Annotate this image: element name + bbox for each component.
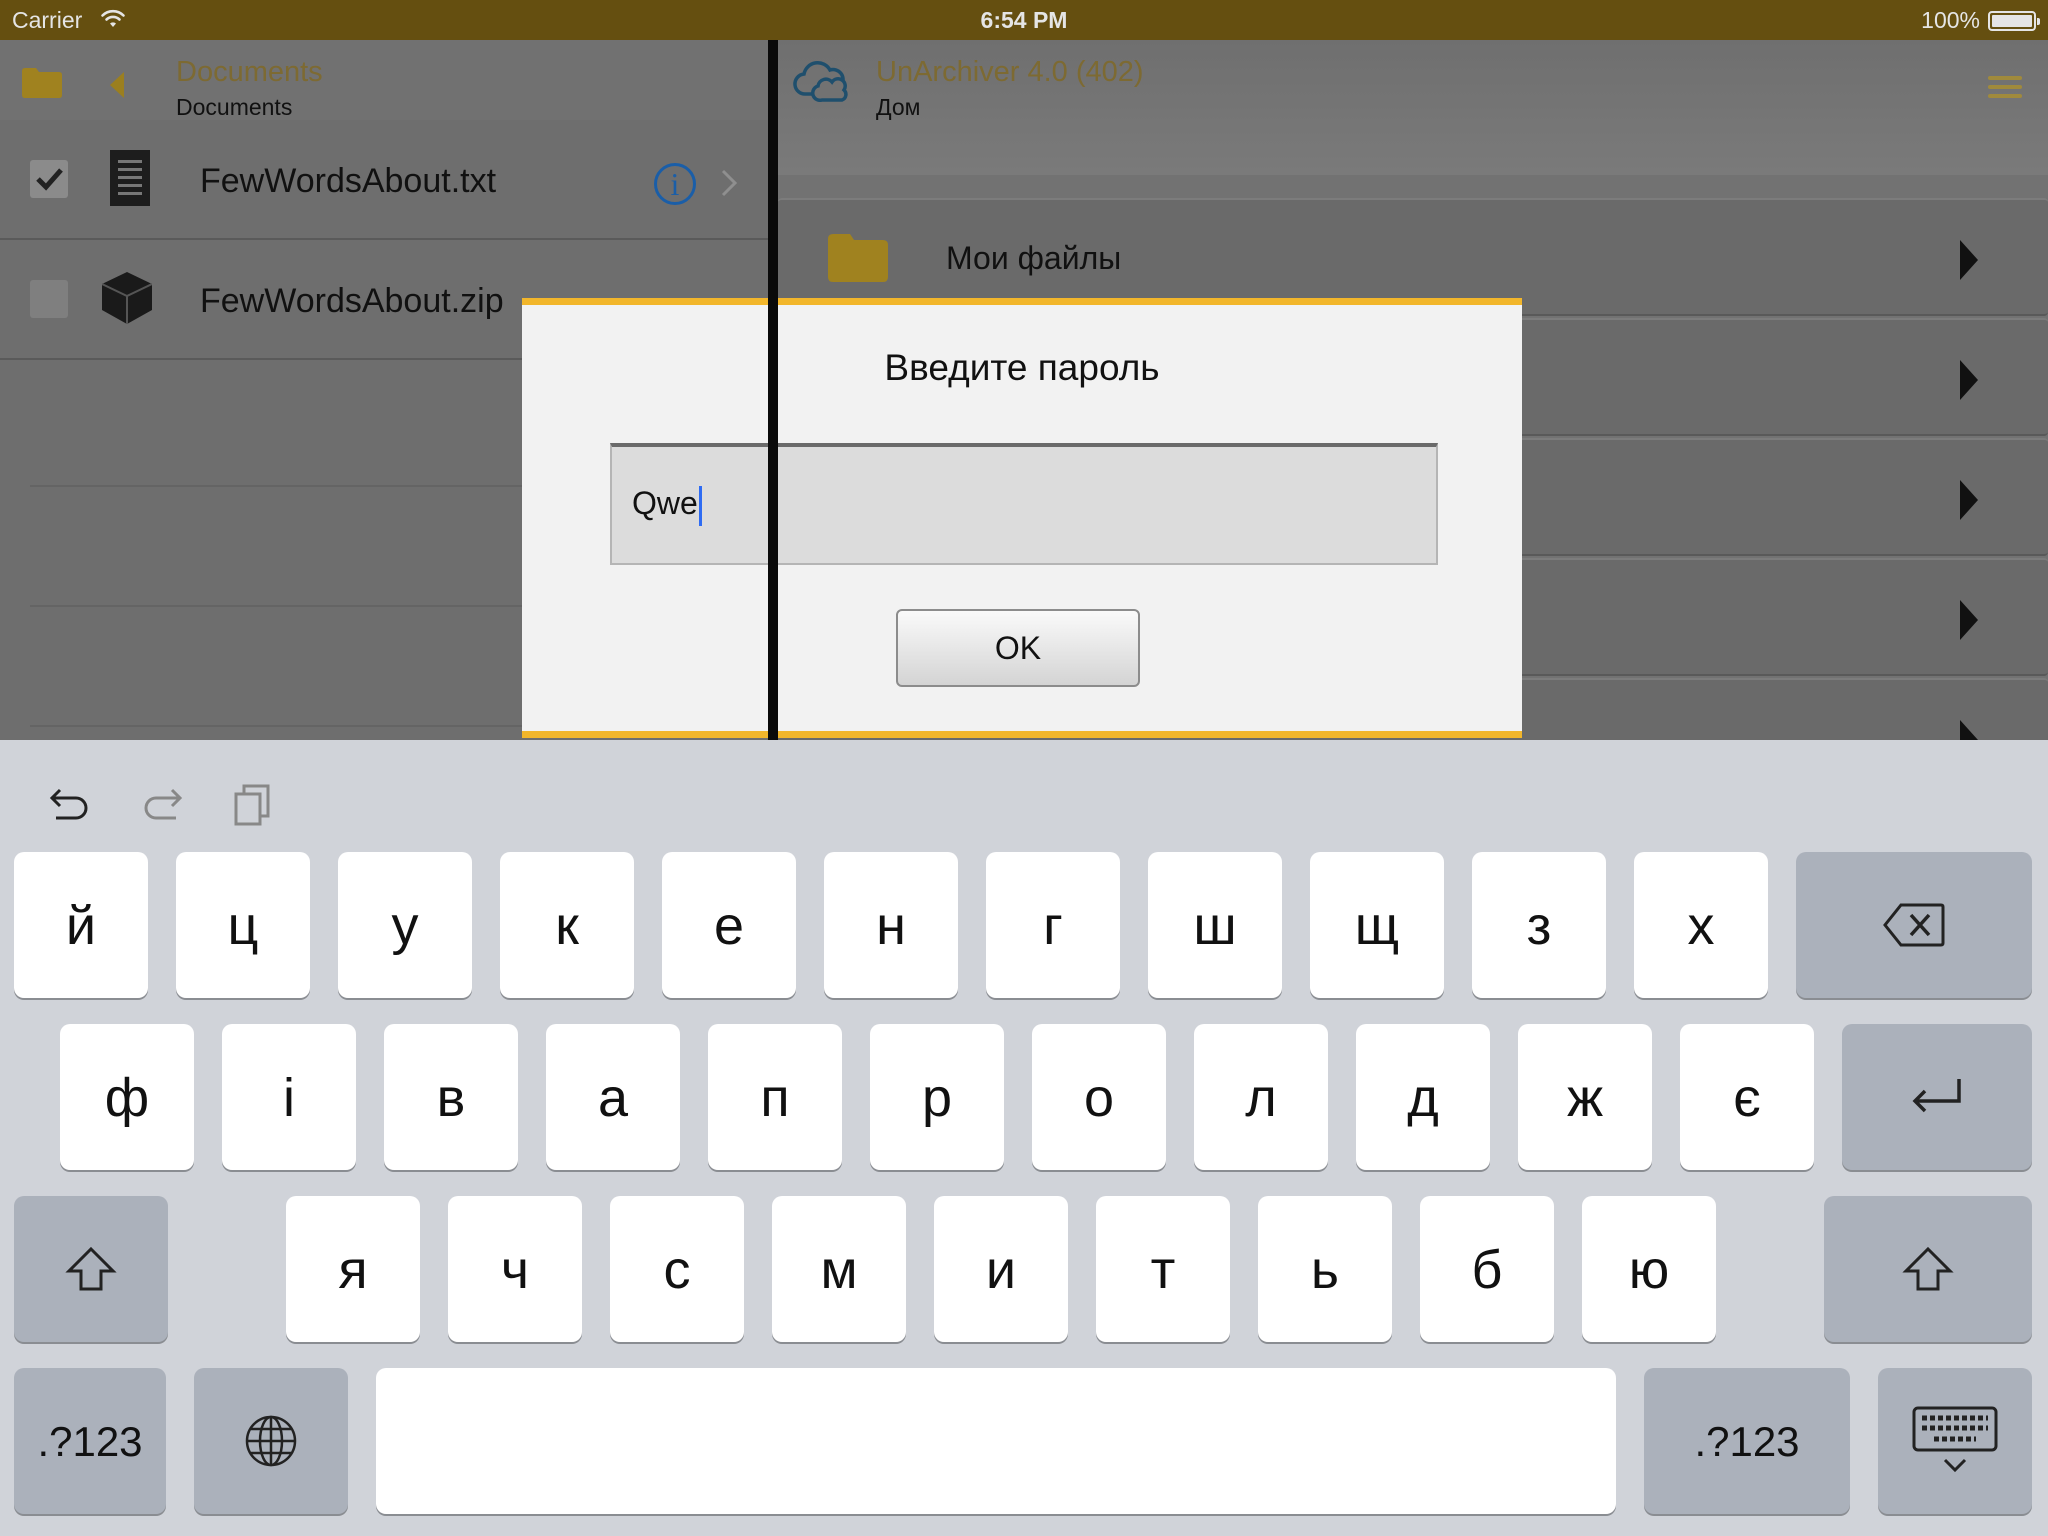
folder-icon[interactable] xyxy=(22,68,62,98)
shift-icon xyxy=(65,1246,117,1291)
key[interactable]: ф xyxy=(60,1024,194,1170)
password-dialog: Введите пароль Qwe OK xyxy=(522,298,1522,738)
key[interactable]: б xyxy=(1420,1196,1554,1342)
shift-key[interactable] xyxy=(14,1196,168,1342)
key[interactable]: г xyxy=(986,852,1120,998)
key[interactable]: ь xyxy=(1258,1196,1392,1342)
key[interactable]: і xyxy=(222,1024,356,1170)
back-chevron-icon[interactable] xyxy=(110,72,126,98)
key[interactable]: м xyxy=(772,1196,906,1342)
key[interactable]: щ xyxy=(1310,852,1444,998)
key[interactable]: с xyxy=(610,1196,744,1342)
info-icon[interactable]: i xyxy=(654,163,696,205)
left-nav-title: Documents xyxy=(176,56,323,88)
right-navbar: UnArchiver 4.0 (402) Дом xyxy=(778,40,2048,175)
clock: 6:54 PM xyxy=(980,7,1068,33)
screen: { "status_bar": {"carrier": "Carrier", "… xyxy=(0,0,2048,1536)
arrow-right-icon xyxy=(1960,600,1978,640)
status-bar: Carrier 6:54 PM 100% xyxy=(0,0,2048,40)
key[interactable]: ш xyxy=(1148,852,1282,998)
key[interactable]: ж xyxy=(1518,1024,1652,1170)
numbers-key[interactable]: .?123 xyxy=(14,1368,166,1514)
file-name: FewWordsAbout.txt xyxy=(200,162,497,200)
pane-divider xyxy=(768,0,778,740)
folder-icon xyxy=(828,234,888,282)
key[interactable]: и xyxy=(934,1196,1068,1342)
key[interactable]: в xyxy=(384,1024,518,1170)
key[interactable]: а xyxy=(546,1024,680,1170)
battery-icon xyxy=(1988,11,2040,31)
backspace-key[interactable] xyxy=(1796,852,2032,998)
key[interactable]: я xyxy=(286,1196,420,1342)
key[interactable]: т xyxy=(1096,1196,1230,1342)
row-checkbox[interactable] xyxy=(30,160,68,198)
return-icon xyxy=(1912,1079,1961,1113)
keyboard-dismiss-icon xyxy=(1912,1406,1998,1473)
checkmark-icon xyxy=(36,168,63,191)
key[interactable]: д xyxy=(1356,1024,1490,1170)
ok-button[interactable]: OK xyxy=(896,609,1140,687)
onscreen-keyboard: й ц у к е н г ш щ з х ф і в а п р о л д … xyxy=(0,740,2048,1536)
key[interactable]: є xyxy=(1680,1024,1814,1170)
right-nav-title: UnArchiver 4.0 (402) xyxy=(876,56,1144,88)
undo-icon[interactable] xyxy=(46,780,94,828)
text-caret xyxy=(698,485,702,526)
archive-box-icon xyxy=(102,272,152,324)
arrow-right-icon xyxy=(1960,240,1978,280)
redo-icon[interactable] xyxy=(138,780,186,828)
shift-icon xyxy=(1902,1246,1954,1291)
menu-icon[interactable] xyxy=(1988,76,2022,98)
key[interactable]: е xyxy=(662,852,796,998)
key[interactable]: л xyxy=(1194,1024,1328,1170)
left-navbar: Documents Documents xyxy=(0,40,768,120)
left-nav-subtitle: Documents xyxy=(176,94,293,120)
arrow-right-icon xyxy=(1960,480,1978,520)
space-bar[interactable] xyxy=(376,1368,1616,1514)
numbers-key[interactable]: .?123 xyxy=(1644,1368,1850,1514)
key[interactable]: х xyxy=(1634,852,1768,998)
row-checkbox[interactable] xyxy=(30,280,68,318)
key[interactable]: з xyxy=(1472,852,1606,998)
return-key[interactable] xyxy=(1842,1024,2032,1170)
key[interactable]: о xyxy=(1032,1024,1166,1170)
key[interactable]: ю xyxy=(1582,1196,1716,1342)
dialog-title: Введите пароль xyxy=(884,347,1160,388)
globe-icon xyxy=(245,1415,297,1467)
file-name: FewWordsAbout.zip xyxy=(200,282,504,320)
password-value: Qwe xyxy=(632,485,698,521)
chevron-right-icon[interactable] xyxy=(720,168,738,198)
cloud-icon[interactable] xyxy=(792,58,852,102)
home-row-label: Мои файлы xyxy=(946,240,1122,276)
file-row[interactable]: FewWordsAbout.txt i xyxy=(0,120,768,240)
key[interactable]: ч xyxy=(448,1196,582,1342)
text-file-icon xyxy=(110,150,150,206)
key[interactable]: у xyxy=(338,852,472,998)
globe-key[interactable] xyxy=(194,1368,348,1514)
backspace-icon xyxy=(1883,903,1945,947)
key[interactable]: н xyxy=(824,852,958,998)
key[interactable]: ц xyxy=(176,852,310,998)
battery-percent: 100% xyxy=(1921,7,1980,33)
key[interactable]: й xyxy=(14,852,148,998)
key[interactable]: п xyxy=(708,1024,842,1170)
arrow-right-icon xyxy=(1960,360,1978,400)
paste-icon[interactable] xyxy=(230,780,278,828)
key[interactable]: р xyxy=(870,1024,1004,1170)
right-nav-subtitle: Дом xyxy=(876,94,921,120)
password-field[interactable]: Qwe xyxy=(610,443,1438,565)
shift-key[interactable] xyxy=(1824,1196,2032,1342)
hide-keyboard-key[interactable] xyxy=(1878,1368,2032,1514)
key[interactable]: к xyxy=(500,852,634,998)
